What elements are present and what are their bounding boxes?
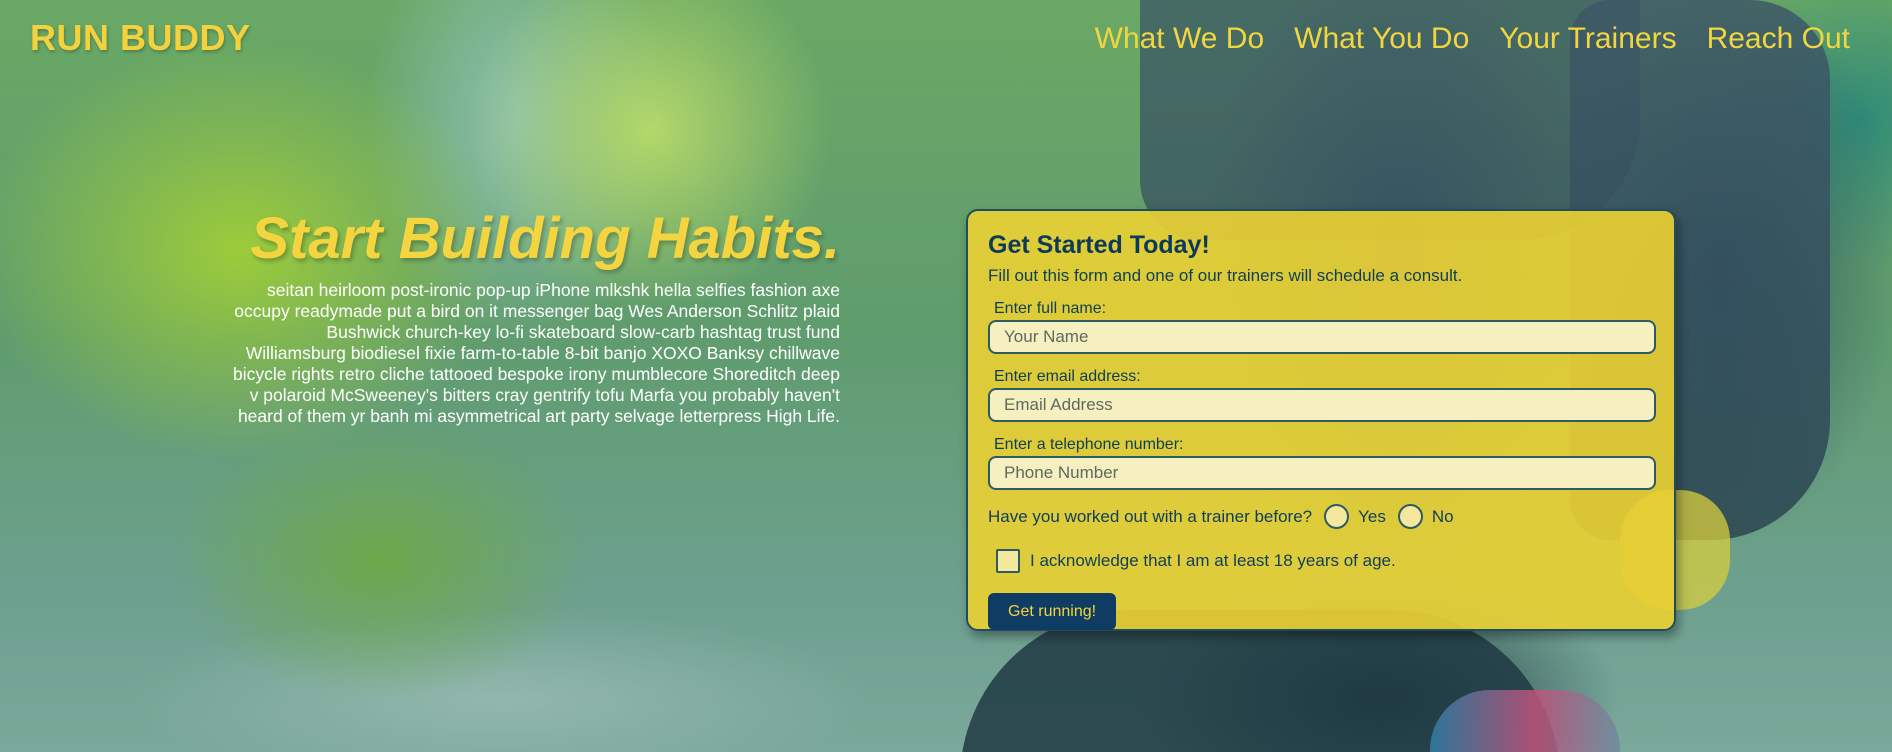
main-nav: What We Do What You Do Your Trainers Rea…: [1095, 22, 1850, 56]
email-field-group: Enter email address:: [988, 368, 1656, 422]
hero-body-line: bicycle rights retro cliche tattooed bes…: [233, 364, 840, 384]
age-acknowledge-row: I acknowledge that I am at least 18 year…: [988, 549, 1654, 573]
hero-body: seitan heirloom post-ironic pop-up iPhon…: [200, 280, 840, 427]
radio-no-label[interactable]: No: [1432, 507, 1454, 527]
trainer-question-row: Have you worked out with a trainer befor…: [988, 504, 1654, 529]
hero-body-line: occupy readymade put a bird on it messen…: [234, 301, 840, 321]
name-input[interactable]: [988, 320, 1656, 354]
age-acknowledge-label[interactable]: I acknowledge that I am at least 18 year…: [1030, 551, 1396, 571]
name-label: Enter full name:: [994, 300, 1107, 317]
hero-body-line: Williamsburg biodiesel fixie farm-to-tab…: [245, 343, 840, 363]
age-acknowledge-checkbox[interactable]: [996, 549, 1020, 573]
email-input[interactable]: [988, 388, 1656, 422]
hero-intro: Start Building Habits. seitan heirloom p…: [200, 205, 840, 427]
phone-field-group: Enter a telephone number:: [988, 436, 1656, 490]
radio-no[interactable]: [1397, 504, 1423, 529]
email-label: Enter email address:: [994, 368, 1141, 385]
hero-section: RUN BUDDY What We Do What You Do Your Tr…: [0, 0, 1892, 752]
hero-body-line: v polaroid McSweeney's bitters cray gent…: [249, 385, 840, 405]
hero-body-line: seitan heirloom post-ironic pop-up iPhon…: [267, 280, 840, 300]
form-subtitle: Fill out this form and one of our traine…: [988, 266, 1463, 285]
radio-yes[interactable]: [1324, 504, 1350, 529]
signup-form: Get Started Today! Fill out this form an…: [966, 209, 1676, 631]
radio-yes-label[interactable]: Yes: [1358, 507, 1386, 527]
hero-body-line: Bushwick church-key lo-fi skateboard slo…: [326, 322, 840, 342]
phone-input[interactable]: [988, 456, 1656, 490]
trainer-question-label: Have you worked out with a trainer befor…: [988, 506, 1313, 526]
get-running-button[interactable]: Get running!: [988, 593, 1117, 630]
nav-link-your-trainers[interactable]: Your Trainers: [1499, 22, 1676, 56]
name-field-group: Enter full name:: [988, 300, 1656, 354]
background-runner-shoe: [1430, 690, 1620, 752]
site-logo[interactable]: RUN BUDDY: [30, 17, 251, 59]
form-title: Get Started Today!: [988, 231, 1210, 259]
nav-link-reach-out[interactable]: Reach Out: [1707, 22, 1850, 56]
hero-title: Start Building Habits.: [250, 206, 840, 271]
phone-label: Enter a telephone number:: [994, 436, 1184, 453]
nav-link-what-we-do[interactable]: What We Do: [1095, 22, 1265, 56]
nav-link-what-you-do[interactable]: What You Do: [1294, 22, 1469, 56]
hero-body-line: heard of them yr banh mi asymmetrical ar…: [237, 406, 840, 426]
